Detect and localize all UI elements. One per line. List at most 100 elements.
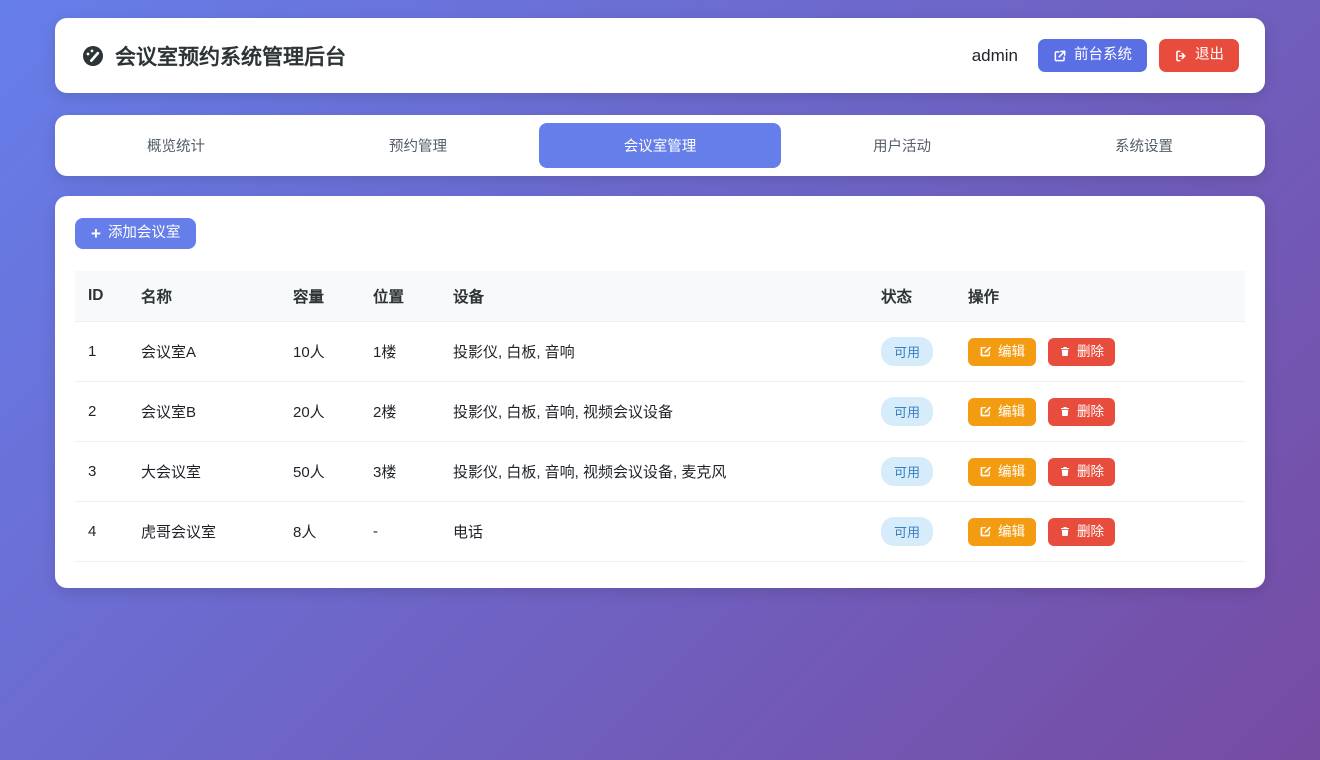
room-equipment: 投影仪, 白板, 音响, 视频会议设备 bbox=[440, 382, 868, 442]
tab-bar: 概览统计 预约管理 会议室管理 用户活动 系统设置 bbox=[55, 115, 1265, 176]
delete-button[interactable]: 删除 bbox=[1048, 458, 1115, 486]
room-capacity: 10人 bbox=[280, 322, 360, 382]
tab-label: 系统设置 bbox=[1115, 135, 1173, 156]
room-capacity: 50人 bbox=[280, 442, 360, 502]
column-header-location: 位置 bbox=[360, 271, 440, 322]
edit-label: 编辑 bbox=[998, 525, 1025, 539]
tab-label: 用户活动 bbox=[873, 135, 931, 156]
add-room-label: 添加会议室 bbox=[108, 226, 181, 241]
edit-button[interactable]: 编辑 bbox=[968, 458, 1036, 486]
column-header-equipment: 设备 bbox=[440, 271, 868, 322]
room-name: 会议室A bbox=[128, 322, 280, 382]
room-location: 1楼 bbox=[360, 322, 440, 382]
status-badge: 可用 bbox=[881, 397, 933, 426]
room-equipment: 投影仪, 白板, 音响 bbox=[440, 322, 868, 382]
username: admin bbox=[972, 46, 1018, 66]
sign-out-icon bbox=[1174, 49, 1188, 63]
delete-label: 删除 bbox=[1077, 405, 1104, 419]
row-actions: 编辑 删除 bbox=[968, 458, 1232, 486]
room-equipment: 电话 bbox=[440, 502, 868, 562]
room-actions-cell: 编辑 删除 bbox=[955, 382, 1245, 442]
column-header-capacity: 容量 bbox=[280, 271, 360, 322]
edit-icon bbox=[979, 345, 992, 358]
room-location: 2楼 bbox=[360, 382, 440, 442]
room-id: 2 bbox=[75, 382, 128, 442]
table-row: 3 大会议室 50人 3楼 投影仪, 白板, 音响, 视频会议设备, 麦克风 可… bbox=[75, 442, 1245, 502]
tab-rooms[interactable]: 会议室管理 bbox=[539, 123, 781, 168]
table-header-row: ID 名称 容量 位置 设备 状态 操作 bbox=[75, 271, 1245, 322]
room-location: 3楼 bbox=[360, 442, 440, 502]
edit-button[interactable]: 编辑 bbox=[968, 338, 1036, 366]
tab-overview[interactable]: 概览统计 bbox=[55, 123, 297, 168]
trash-icon bbox=[1059, 525, 1071, 538]
admin-page: 会议室预约系统管理后台 admin 前台系统 bbox=[0, 0, 1320, 606]
table-row: 1 会议室A 10人 1楼 投影仪, 白板, 音响 可用 编辑 bbox=[75, 322, 1245, 382]
table-body: 1 会议室A 10人 1楼 投影仪, 白板, 音响 可用 编辑 bbox=[75, 322, 1245, 562]
delete-button[interactable]: 删除 bbox=[1048, 338, 1115, 366]
edit-label: 编辑 bbox=[998, 345, 1025, 359]
room-name: 会议室B bbox=[128, 382, 280, 442]
column-header-id: ID bbox=[75, 271, 128, 322]
room-actions-cell: 编辑 删除 bbox=[955, 502, 1245, 562]
room-status-cell: 可用 bbox=[868, 502, 955, 562]
edit-button[interactable]: 编辑 bbox=[968, 398, 1036, 426]
row-actions: 编辑 删除 bbox=[968, 338, 1232, 366]
tab-label: 预约管理 bbox=[389, 135, 447, 156]
room-status-cell: 可用 bbox=[868, 382, 955, 442]
edit-label: 编辑 bbox=[998, 405, 1025, 419]
trash-icon bbox=[1059, 465, 1071, 478]
column-header-actions: 操作 bbox=[955, 271, 1245, 322]
rooms-table: ID 名称 容量 位置 设备 状态 操作 1 会议室A 10人 1楼 投影仪, … bbox=[75, 271, 1245, 562]
status-badge: 可用 bbox=[881, 517, 933, 546]
frontend-system-button[interactable]: 前台系统 bbox=[1038, 39, 1147, 72]
logout-label: 退出 bbox=[1195, 48, 1224, 63]
delete-button[interactable]: 删除 bbox=[1048, 398, 1115, 426]
room-status-cell: 可用 bbox=[868, 442, 955, 502]
edit-button[interactable]: 编辑 bbox=[968, 518, 1036, 546]
plus-icon: + bbox=[91, 226, 101, 241]
column-header-status: 状态 bbox=[868, 271, 955, 322]
add-room-button[interactable]: + 添加会议室 bbox=[75, 218, 196, 249]
delete-label: 删除 bbox=[1077, 345, 1104, 359]
header-actions: admin 前台系统 bbox=[972, 39, 1239, 72]
tab-reservations[interactable]: 预约管理 bbox=[297, 123, 539, 168]
room-capacity: 20人 bbox=[280, 382, 360, 442]
status-badge: 可用 bbox=[881, 457, 933, 486]
table-row: 4 虎哥会议室 8人 - 电话 可用 编辑 bbox=[75, 502, 1245, 562]
trash-icon bbox=[1059, 345, 1071, 358]
room-name: 大会议室 bbox=[128, 442, 280, 502]
delete-label: 删除 bbox=[1077, 525, 1104, 539]
room-status-cell: 可用 bbox=[868, 322, 955, 382]
page-title-text: 会议室预约系统管理后台 bbox=[115, 41, 346, 71]
delete-button[interactable]: 删除 bbox=[1048, 518, 1115, 546]
room-actions-cell: 编辑 删除 bbox=[955, 442, 1245, 502]
trash-icon bbox=[1059, 405, 1071, 418]
status-badge: 可用 bbox=[881, 337, 933, 366]
column-header-name: 名称 bbox=[128, 271, 280, 322]
room-location: - bbox=[360, 502, 440, 562]
room-id: 4 bbox=[75, 502, 128, 562]
edit-icon bbox=[979, 465, 992, 478]
delete-label: 删除 bbox=[1077, 465, 1104, 479]
frontend-system-label: 前台系统 bbox=[1074, 48, 1132, 63]
tab-label: 概览统计 bbox=[147, 135, 205, 156]
table-row: 2 会议室B 20人 2楼 投影仪, 白板, 音响, 视频会议设备 可用 编辑 bbox=[75, 382, 1245, 442]
row-actions: 编辑 删除 bbox=[968, 398, 1232, 426]
tab-settings[interactable]: 系统设置 bbox=[1023, 123, 1265, 168]
external-link-icon bbox=[1053, 49, 1067, 63]
row-actions: 编辑 删除 bbox=[968, 518, 1232, 546]
logout-button[interactable]: 退出 bbox=[1159, 39, 1239, 72]
rooms-panel: + 添加会议室 ID 名称 容量 位置 设备 状态 操作 1 bbox=[55, 196, 1265, 588]
room-id: 1 bbox=[75, 322, 128, 382]
header-bar: 会议室预约系统管理后台 admin 前台系统 bbox=[55, 18, 1265, 93]
room-equipment: 投影仪, 白板, 音响, 视频会议设备, 麦克风 bbox=[440, 442, 868, 502]
edit-icon bbox=[979, 525, 992, 538]
edit-icon bbox=[979, 405, 992, 418]
edit-label: 编辑 bbox=[998, 465, 1025, 479]
page-title: 会议室预约系统管理后台 bbox=[81, 41, 346, 71]
tab-activity[interactable]: 用户活动 bbox=[781, 123, 1023, 168]
room-actions-cell: 编辑 删除 bbox=[955, 322, 1245, 382]
room-id: 3 bbox=[75, 442, 128, 502]
tab-label: 会议室管理 bbox=[624, 135, 697, 156]
room-capacity: 8人 bbox=[280, 502, 360, 562]
